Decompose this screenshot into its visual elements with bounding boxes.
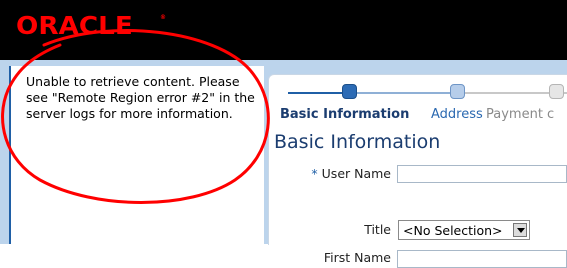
user-name-label-text: User Name [321,166,391,181]
section-title: Basic Information [274,131,441,153]
train-connector-2 [350,92,450,94]
title-label: Title [364,222,391,237]
train-label-address[interactable]: Address [431,107,483,122]
first-name-input[interactable] [397,250,567,268]
trademark-mark: ® [160,14,166,21]
train-label-payment: Payment c [486,107,555,122]
app-header: ORACLE ® [0,0,567,60]
train-label-basic-information[interactable]: Basic Information [280,107,409,122]
required-indicator: * [311,166,318,181]
train-stop-address[interactable] [450,84,465,99]
user-name-input[interactable] [397,165,567,183]
oracle-logo: ORACLE [16,11,133,40]
chevron-down-icon[interactable] [513,223,527,237]
first-name-label: First Name [323,250,391,265]
title-select[interactable]: <No Selection> [398,220,530,240]
remote-region-error-message: Unable to retrieve content. Please see "… [26,74,255,121]
train-stop-basic-information[interactable] [342,84,357,99]
train-stop-payment [549,84,564,99]
title-select-value: <No Selection> [403,223,503,238]
train-connector-1 [288,92,350,94]
user-name-label: * User Name [311,166,391,181]
